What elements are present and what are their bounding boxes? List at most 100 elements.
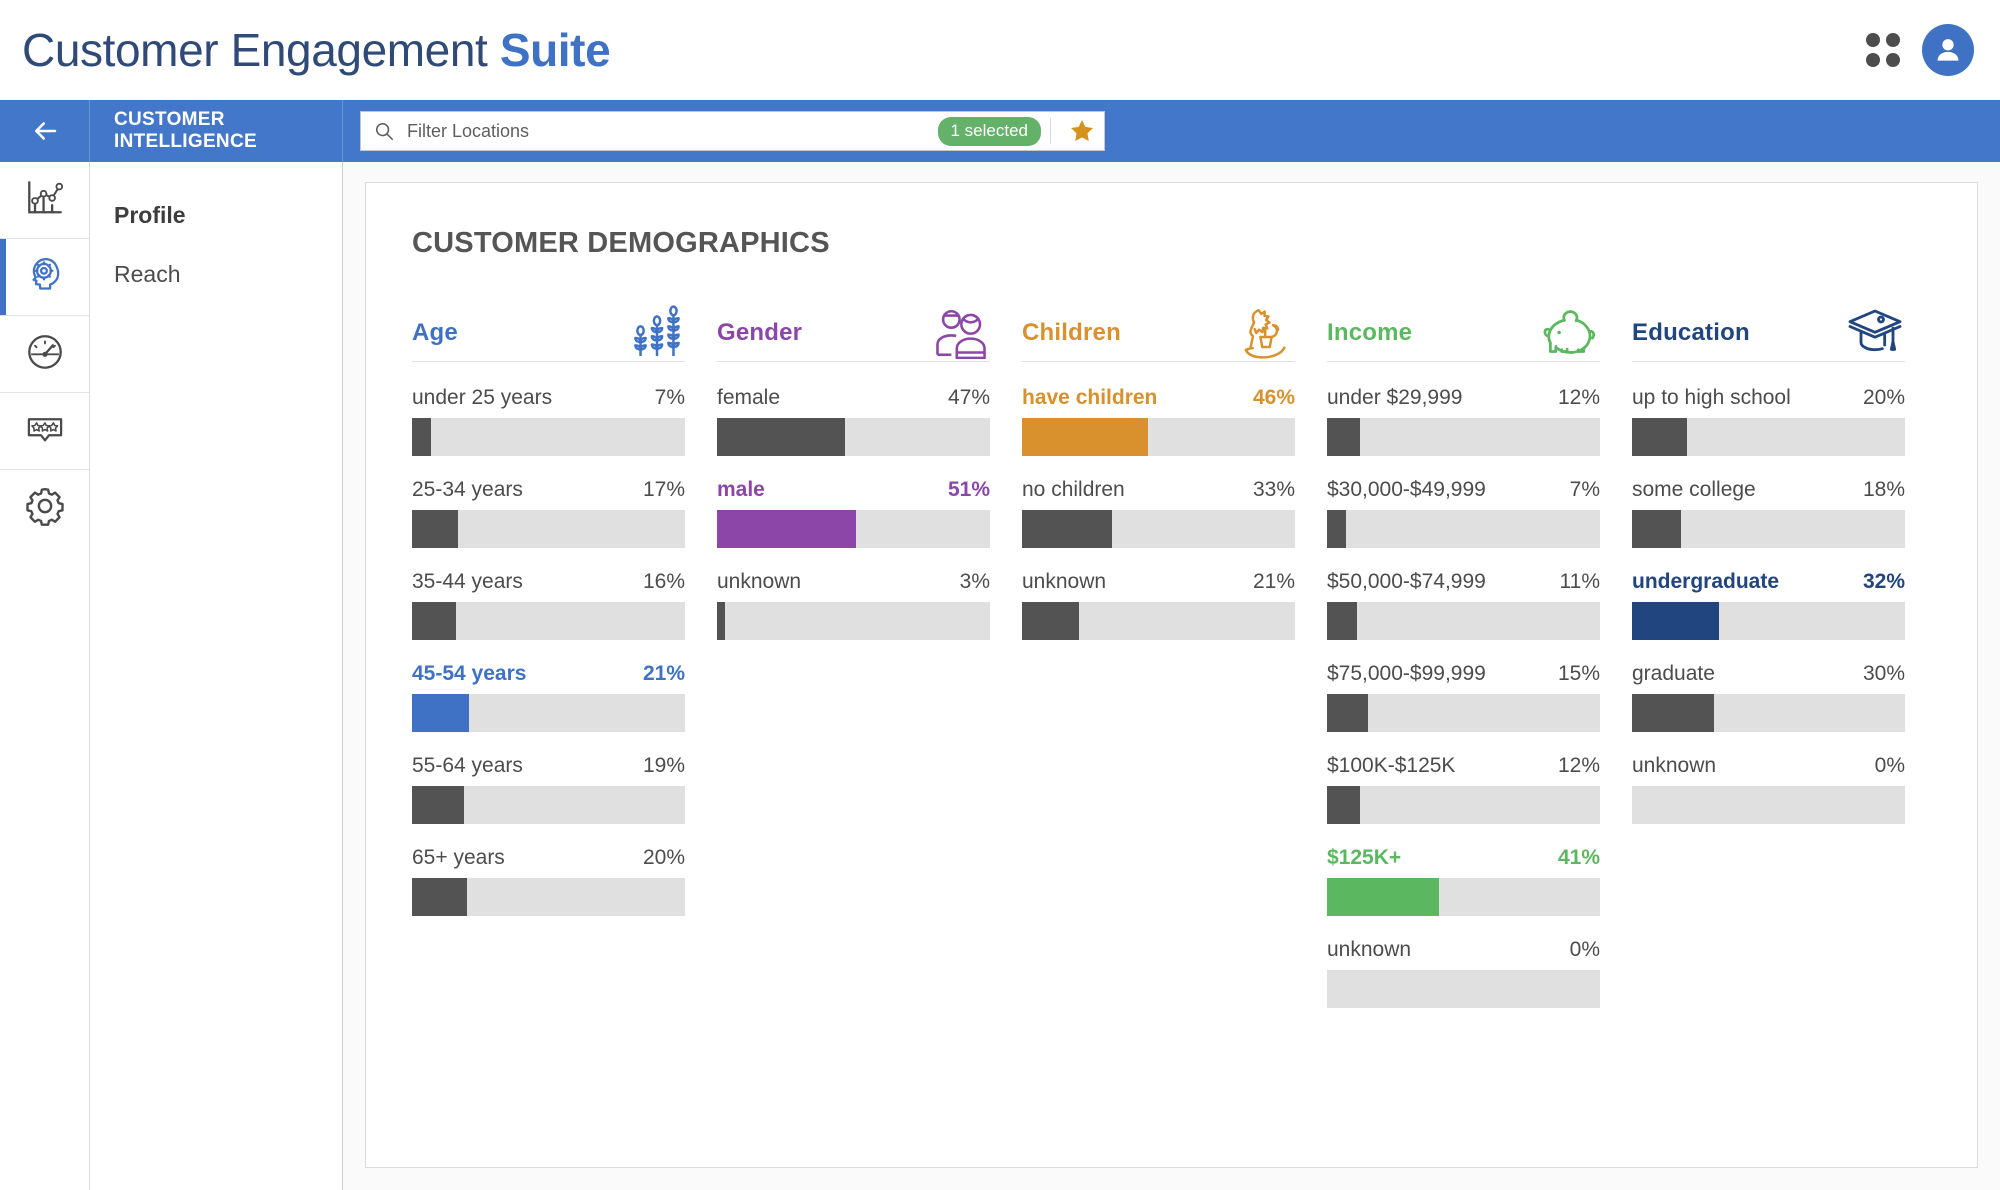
metric-label: male [717,478,765,501]
apps-grid-icon[interactable] [1866,33,1900,67]
user-avatar-icon[interactable] [1922,24,1974,76]
metric-row[interactable]: unknown 21% [1022,570,1295,640]
metric-labels: 25-34 years 17% [412,478,685,502]
metric-bar-track [1022,602,1295,640]
rail-item-customer-intelligence[interactable] [0,239,89,316]
metric-row[interactable]: under 25 years 7% [412,386,685,456]
sidebar-item-profile[interactable]: Profile [90,186,342,245]
metric-value: 20% [1862,386,1905,409]
demographic-column-children: Children have children 46% no children 33% u… [1022,304,1327,1030]
metric-row[interactable]: have children 46% [1022,386,1295,456]
selected-count-badge[interactable]: 1 selected [937,116,1041,146]
metric-label: 35-44 years [412,570,523,593]
metric-bar-track [1327,418,1600,456]
metric-value: 21% [1252,570,1295,593]
metric-row[interactable]: male 51% [717,478,990,548]
rail-item-performance[interactable] [0,316,89,393]
metric-label: no children [1022,478,1125,501]
analytics-chart-icon [25,178,65,223]
metric-bar-fill [1327,878,1439,916]
metric-labels: have children 46% [1022,386,1295,410]
metric-bar-track [412,510,685,548]
metric-row[interactable]: graduate 30% [1632,662,1905,732]
column-title: Gender [717,318,803,346]
settings-gear-icon [24,485,66,532]
filter-locations-input[interactable]: Filter Locations [407,121,938,142]
metric-label: undergraduate [1632,570,1780,593]
metric-value: 47% [947,386,990,409]
metric-label: have children [1022,386,1158,409]
metric-row[interactable]: 25-34 years 17% [412,478,685,548]
metric-row[interactable]: unknown 0% [1327,938,1600,1008]
module-title: CUSTOMER INTELLIGENCE [90,100,343,162]
metric-bar-fill [412,786,464,824]
demographic-column-income: Income under $29,999 12% $30,000-$49,999 7%… [1327,304,1632,1030]
metric-row[interactable]: 45-54 years 21% [412,662,685,732]
metric-bar-track [1327,970,1600,1008]
metric-value: 21% [642,662,685,685]
module-title-line1: CUSTOMER [114,108,225,130]
demographic-column-gender: Gender female 47% male 51% unknown 3% [717,304,1022,1030]
metric-row[interactable]: unknown 0% [1632,754,1905,824]
metric-value: 19% [642,754,685,777]
demographics-card: CUSTOMER DEMOGRAPHICS Age under 25 years… [365,182,1978,1168]
column-header: Gender [717,304,990,362]
metric-row[interactable]: no children 33% [1022,478,1295,548]
brain-gear-icon [24,254,66,301]
metric-row[interactable]: up to high school 20% [1632,386,1905,456]
metric-bar-track [1327,694,1600,732]
two-people-icon [932,307,990,359]
rail-item-analytics[interactable] [0,162,89,239]
metric-labels: 45-54 years 21% [412,662,685,686]
sidebar-item-label: Reach [114,261,181,287]
column-title: Education [1632,318,1750,346]
metric-bar-fill [412,694,470,732]
metric-bar-track [1632,510,1905,548]
metric-row[interactable]: some college 18% [1632,478,1905,548]
sidebar-item-reach[interactable]: Reach [90,245,342,304]
metric-bar-fill [1632,418,1687,456]
rail-item-settings[interactable] [0,470,89,547]
metric-label: 25-34 years [412,478,523,501]
column-header: Children [1022,304,1295,362]
metric-bar-fill [412,418,432,456]
metric-bar-fill [1327,786,1360,824]
rail-item-reviews[interactable] [0,393,89,470]
metric-row[interactable]: $50,000-$74,999 11% [1327,570,1600,640]
metric-bar-fill [1632,602,1720,640]
metric-bar-fill [717,510,857,548]
metric-label: unknown [1632,754,1717,777]
metric-row[interactable]: unknown 3% [717,570,990,640]
metric-bar-fill [1327,418,1360,456]
metric-row[interactable]: $75,000-$99,999 15% [1327,662,1600,732]
metric-label: some college [1632,478,1756,501]
column-header: Income [1327,304,1600,362]
metric-row[interactable]: $125K+ 41% [1327,846,1600,916]
metric-labels: $125K+ 41% [1327,846,1600,870]
star-icon[interactable] [1060,117,1104,145]
metric-bar-fill [1632,694,1714,732]
metric-labels: undergraduate 32% [1632,570,1905,594]
metric-labels: 65+ years 20% [412,846,685,870]
metric-row[interactable]: $100K-$125K 12% [1327,754,1600,824]
metric-bar-track [717,602,990,640]
metric-bar-fill [717,418,846,456]
metric-value: 0% [1874,754,1905,777]
metric-row[interactable]: undergraduate 32% [1632,570,1905,640]
metric-bar-fill [717,602,726,640]
metric-row[interactable]: $30,000-$49,999 7% [1327,478,1600,548]
metric-row[interactable]: 65+ years 20% [412,846,685,916]
metric-row[interactable]: under $29,999 12% [1327,386,1600,456]
metric-bar-fill [1327,602,1358,640]
back-arrow-icon[interactable] [0,100,90,162]
metric-label: $125K+ [1327,846,1402,869]
metric-bar-track [1022,510,1295,548]
metric-row[interactable]: 55-64 years 19% [412,754,685,824]
app-title-bold: Suite [499,24,611,76]
metric-row[interactable]: female 47% [717,386,990,456]
filter-divider [1050,118,1051,144]
metric-label: female [717,386,781,409]
metric-row[interactable]: 35-44 years 16% [412,570,685,640]
metric-value: 18% [1862,478,1905,501]
filter-locations-box[interactable]: Filter Locations 1 selected [360,111,1105,151]
